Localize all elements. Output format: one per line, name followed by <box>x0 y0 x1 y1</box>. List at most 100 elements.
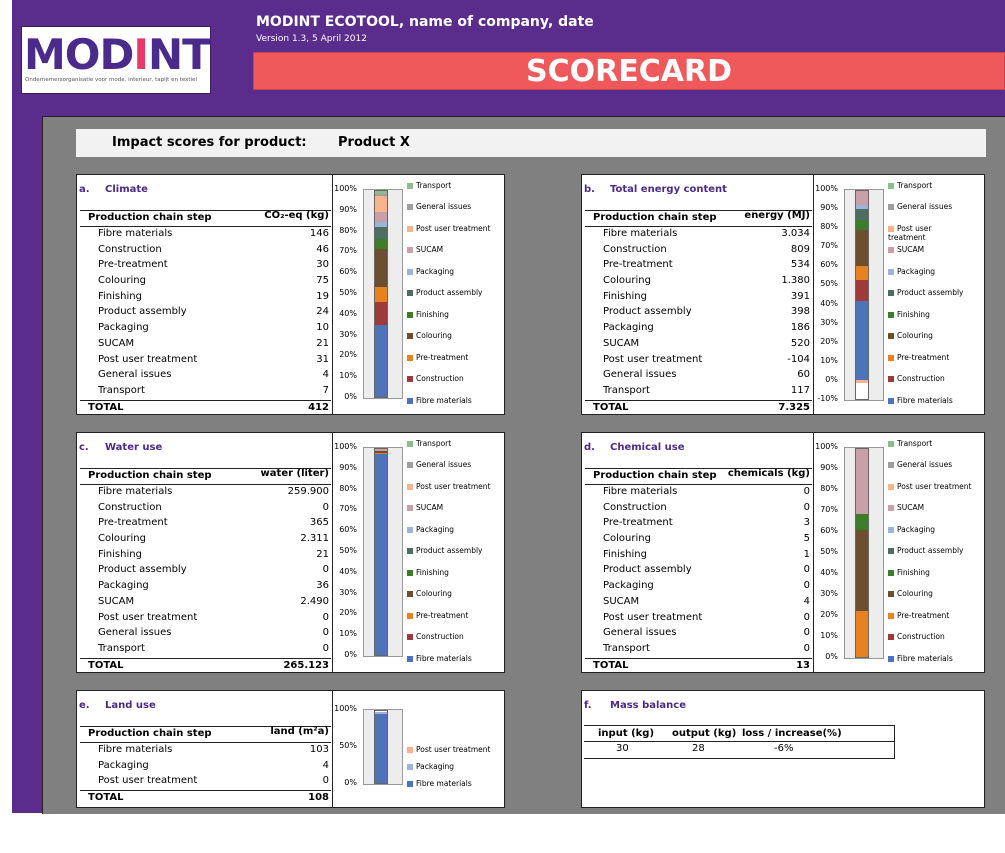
stacked-bar <box>855 190 869 400</box>
legend-label: General issues <box>416 460 471 469</box>
bar-segment-fibre-materials <box>375 714 387 784</box>
chart-legend: Transport General issues Post user treatme… <box>407 437 500 668</box>
modint-logo: MODINT Ondernemersorganisatie voor mode,… <box>21 26 211 94</box>
panel-letter: b. <box>584 184 595 195</box>
bar-segment-fibre-materials <box>856 301 868 380</box>
row-step: Post user treatment <box>603 354 702 365</box>
legend-label: Colouring <box>897 331 933 340</box>
legend-item: Fibre materials <box>888 654 953 663</box>
legend-label: Transport <box>897 181 932 190</box>
legend-label: Transport <box>416 439 451 448</box>
legend-item: Post user treatment <box>888 224 931 242</box>
legend-label: Construction <box>897 374 945 383</box>
y-tick-label: 20% <box>327 608 357 617</box>
bar-segment-pre-treatment <box>856 266 868 280</box>
row-step: Fibre materials <box>603 486 677 497</box>
panel-letter: f. <box>584 700 592 711</box>
chart-legend: TransportGeneral issuesPost user treatme… <box>407 179 500 410</box>
y-tick-label: 50% <box>327 741 357 750</box>
panel-title-text: Mass balance <box>610 700 686 711</box>
legend-label: Pre-treatment <box>897 353 949 362</box>
legend-item: Colouring <box>407 589 452 598</box>
row-step: Colouring <box>98 533 146 544</box>
stacked-bar-chart: 100%50%0%Post user treatmentPackagingFib… <box>333 695 502 805</box>
legend-item: Post user treatment <box>407 224 490 233</box>
table-header: Production chain stepwater (liter) <box>80 468 331 485</box>
y-tick-label: 20% <box>808 337 838 346</box>
panel-title-text: Chemical use <box>610 442 685 453</box>
legend-label: SUCAM <box>416 245 443 254</box>
y-tick-label: 30% <box>327 330 357 339</box>
y-tick-label: 20% <box>327 350 357 359</box>
row-step: Construction <box>603 244 667 255</box>
total-label: TOTAL <box>88 402 123 413</box>
chart-legend: Post user treatment Packaging Fibre materi… <box>407 745 500 853</box>
legend-swatch <box>407 269 413 275</box>
legend-item: Product assembly <box>888 546 963 555</box>
row-value: 2.490 <box>300 596 329 607</box>
row-step: Fibre materials <box>98 744 172 755</box>
stacked-bar-chart: 100%90%80%70%60%50%40%30%20%10%0%Transpo… <box>333 179 502 412</box>
table-row: Fibre materials103 <box>80 743 331 759</box>
row-value: 3.034 <box>781 228 810 239</box>
table-row: Packaging10 <box>80 321 331 337</box>
y-tick-label: 70% <box>808 505 838 514</box>
legend-swatch <box>888 269 894 275</box>
table-row: Packaging0 <box>585 579 812 595</box>
legend-swatch <box>407 781 413 787</box>
y-tick-label: 80% <box>327 226 357 235</box>
row-step: SUCAM <box>603 338 639 349</box>
legend-item: Fibre materials <box>407 779 472 788</box>
panel-title: a.Climate <box>79 184 90 195</box>
legend-swatch <box>888 527 894 533</box>
y-tick-label: 100% <box>327 184 357 193</box>
mass-output-header: output (kg) <box>672 728 736 739</box>
legend-swatch <box>888 376 894 382</box>
legend-swatch <box>407 290 413 296</box>
bar-segment-colouring <box>856 230 868 266</box>
stacked-bar-chart: 100%90%80%70%60%50%40%30%20%10%0%Transpo… <box>814 437 982 670</box>
table-row: Construction809 <box>585 243 812 259</box>
total-value: 108 <box>308 792 329 803</box>
y-tick-label: -10% <box>808 394 838 403</box>
row-step: Packaging <box>98 760 149 771</box>
table-row: Pre-treatment534 <box>585 258 812 274</box>
y-tick-label: 0% <box>327 392 357 401</box>
column-header-step: Production chain step <box>88 728 212 739</box>
y-tick-label: 100% <box>327 442 357 451</box>
legend-swatch <box>407 312 413 318</box>
y-tick-label: 70% <box>808 241 838 250</box>
mass-balance-table: input (kg) output (kg) loss / increase(%… <box>584 725 895 759</box>
panel-title-text: Water use <box>105 442 162 453</box>
panel-title-text: Climate <box>105 184 148 195</box>
table-row: Finishing19 <box>80 290 331 306</box>
legend-label: Packaging <box>416 762 454 771</box>
legend-item: Product assembly <box>407 546 482 555</box>
scores-table: Production chain stepland (m²a)Fibre mat… <box>80 726 331 806</box>
table-header: Production chain stepenergy (MJ) <box>585 210 812 227</box>
legend-item: Post user treatment <box>407 482 490 491</box>
legend-label: Post user treatment <box>416 745 490 754</box>
table-header: Production chain stepchemicals (kg) <box>585 468 812 485</box>
legend-item: SUCAM <box>407 503 443 512</box>
app-title: MODINT ECOTOOL, name of company, date <box>256 14 594 30</box>
stacked-bar-chart: 100%90%80%70%60%50%40%30%20%10%0%Transpo… <box>333 437 502 670</box>
legend-swatch <box>407 764 413 770</box>
legend-label: Post user treatment <box>897 482 971 491</box>
legend-item: Transport <box>407 181 451 190</box>
legend-item: Colouring <box>888 331 933 340</box>
legend-swatch <box>407 462 413 468</box>
legend-item: Finishing <box>407 568 449 577</box>
y-tick-label: 100% <box>808 184 838 193</box>
table-row: Colouring5 <box>585 532 812 548</box>
legend-label: Fibre materials <box>897 654 953 663</box>
row-step: Colouring <box>603 533 651 544</box>
legend-swatch <box>407 226 413 232</box>
row-step: General issues <box>603 369 677 380</box>
y-tick-label: 90% <box>808 463 838 472</box>
bar-segment-pre-treatment <box>375 287 387 302</box>
y-tick-label: 40% <box>327 309 357 318</box>
row-value: 1.380 <box>781 275 810 286</box>
legend-swatch <box>888 505 894 511</box>
y-tick-label: 70% <box>327 504 357 513</box>
